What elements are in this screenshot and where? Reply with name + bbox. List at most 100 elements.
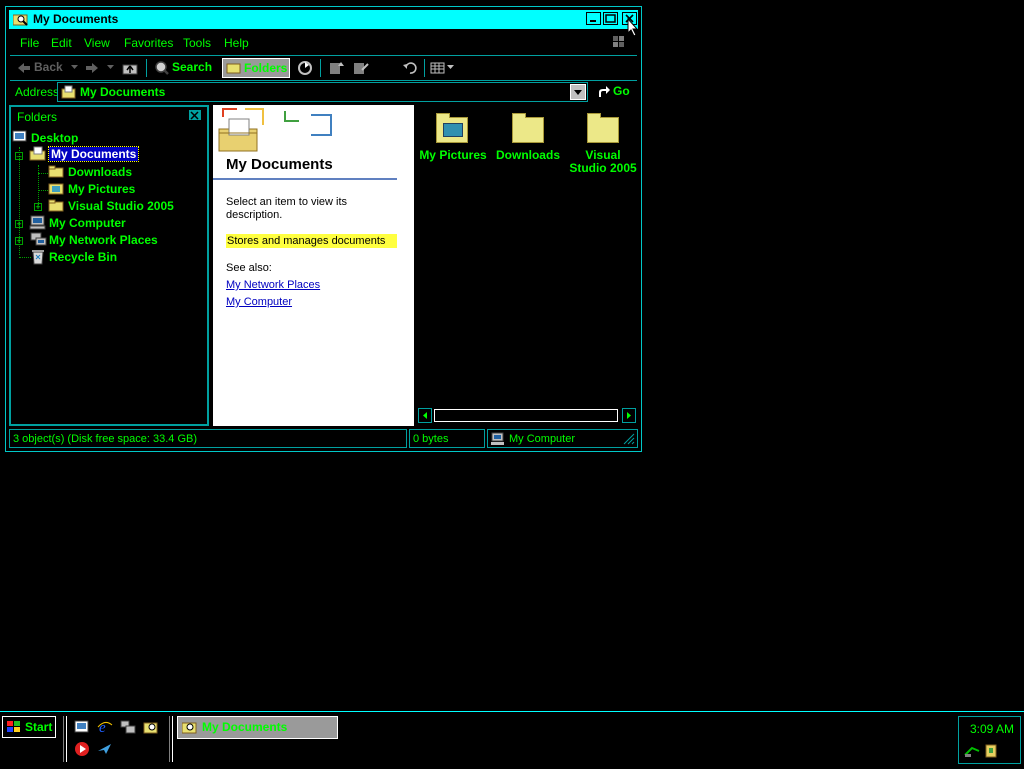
menu-edit[interactable]: Edit [51, 36, 72, 50]
tree-item-my-pictures[interactable]: My Pictures [68, 182, 135, 196]
file-label-my-pictures[interactable]: My Pictures [418, 149, 488, 162]
tree-expand-toggle[interactable]: + [15, 220, 23, 229]
menu-favorites[interactable]: Favorites [124, 36, 173, 50]
status-zone: My Computer [487, 429, 638, 448]
windows-logo-icon [613, 36, 624, 47]
taskbar-task-label: My Documents [202, 720, 288, 734]
link-my-computer[interactable]: My Computer [226, 296, 292, 308]
start-label: Start [25, 720, 53, 734]
file-item-downloads[interactable] [512, 113, 546, 143]
info-description: Select an item to view its description. [226, 196, 348, 221]
forward-dropdown-icon[interactable] [107, 65, 115, 71]
quicklaunch-divider [63, 716, 67, 762]
folders-pane-close-button[interactable] [188, 109, 202, 121]
tree-item-my-computer[interactable]: My Computer [49, 216, 126, 230]
move-to-icon[interactable] [328, 60, 346, 76]
desktop-icon [12, 130, 27, 142]
my-documents-icon [61, 85, 76, 99]
search-button[interactable]: Search [172, 60, 212, 74]
folders-button[interactable]: Folders [222, 58, 290, 78]
menu-tools[interactable]: Tools [183, 36, 211, 50]
file-list-pane: My Pictures Downloads Visual Studio 2005 [416, 105, 638, 426]
toolbar-divider [320, 59, 321, 77]
internet-explorer-icon[interactable]: e [97, 719, 113, 735]
tree-item-recycle-bin[interactable]: Recycle Bin [49, 250, 117, 264]
tree-item-desktop[interactable]: Desktop [31, 131, 78, 145]
go-button[interactable]: Go [613, 84, 630, 98]
menu-file[interactable]: File [20, 36, 39, 50]
tree-item-my-network-places[interactable]: My Network Places [49, 233, 158, 247]
go-arrow-icon [599, 86, 610, 97]
security-shield-icon[interactable] [983, 743, 999, 759]
my-documents-icon [29, 146, 46, 161]
file-item-visual-studio-2005[interactable] [587, 113, 621, 143]
undo-icon[interactable] [402, 61, 418, 75]
tree-item-visual-studio-2005[interactable]: Visual Studio 2005 [68, 199, 174, 213]
title-bar[interactable]: My Documents [9, 10, 638, 29]
chevron-right-icon [627, 412, 631, 419]
clock[interactable]: 3:09 AM [970, 722, 1014, 736]
maximize-button[interactable] [603, 12, 618, 25]
back-button[interactable]: Back [34, 60, 63, 74]
network-connections-icon[interactable] [120, 719, 136, 735]
horizontal-scrollbar[interactable] [418, 408, 638, 423]
menu-separator [10, 55, 637, 56]
up-folder-icon[interactable] [122, 61, 138, 75]
status-zone-label: My Computer [509, 433, 576, 445]
chevron-down-icon [574, 90, 582, 95]
toolbar-divider [146, 59, 147, 77]
recycle-bin-icon [32, 250, 44, 265]
tree-item-my-documents[interactable]: My Documents [47, 146, 140, 162]
forward-arrow-icon[interactable] [84, 61, 100, 75]
search-folder-icon[interactable] [143, 719, 159, 735]
file-item-my-pictures[interactable] [436, 113, 470, 143]
messenger-icon[interactable] [97, 741, 113, 757]
pictures-folder-icon [436, 113, 468, 143]
menu-bar: File Edit View Favorites Tools Help [6, 36, 641, 52]
show-desktop-icon[interactable] [74, 719, 90, 735]
folder-search-icon [13, 14, 28, 26]
tree-expand-toggle[interactable]: + [34, 203, 42, 212]
scroll-left-button[interactable] [418, 408, 432, 423]
media-player-icon[interactable] [74, 741, 90, 757]
info-title-underline [213, 178, 397, 180]
windows-logo-icon [7, 721, 20, 732]
address-dropdown-button[interactable] [570, 84, 586, 100]
start-button[interactable]: Start [2, 716, 56, 738]
tree-expand-toggle[interactable]: + [15, 237, 23, 246]
network-status-icon[interactable] [963, 743, 981, 759]
sync-icon[interactable] [297, 60, 313, 76]
minimize-icon [590, 20, 596, 22]
address-field[interactable]: My Documents [57, 82, 588, 102]
tree-collapse-toggle[interactable]: – [15, 152, 23, 161]
computer-icon [491, 432, 504, 445]
menu-view[interactable]: View [84, 36, 110, 50]
taskbar-task-my-documents[interactable]: My Documents [177, 716, 338, 739]
taskbar: Start e My Documents 3:09 AM [0, 711, 1024, 769]
scroll-thumb[interactable] [434, 409, 618, 422]
views-dropdown-icon[interactable] [447, 65, 455, 71]
maximize-icon [605, 14, 616, 23]
my-documents-banner-icon [218, 108, 332, 152]
file-label-visual-studio-2005[interactable]: Visual Studio 2005 [566, 149, 640, 175]
back-dropdown-icon[interactable] [71, 65, 79, 71]
info-pane-title: My Documents [226, 156, 333, 173]
folders-pane-header: Folders [11, 107, 207, 125]
minimize-button[interactable] [586, 12, 601, 25]
folders-pane-title: Folders [17, 110, 58, 124]
scroll-right-button[interactable] [622, 408, 636, 423]
folder-search-icon [182, 722, 197, 734]
address-value: My Documents [80, 85, 166, 99]
search-icon [155, 61, 169, 75]
see-also-label: See also: [226, 262, 272, 274]
info-highlight: Stores and manages documents [226, 234, 397, 248]
menu-help[interactable]: Help [224, 36, 249, 50]
tree-item-downloads[interactable]: Downloads [68, 165, 132, 179]
resize-grip-icon[interactable] [623, 433, 635, 445]
copy-to-icon[interactable] [352, 60, 370, 76]
status-objects: 3 object(s) (Disk free space: 33.4 GB) [9, 429, 407, 448]
link-my-network-places[interactable]: My Network Places [226, 279, 320, 291]
views-icon[interactable] [430, 61, 446, 75]
file-label-downloads[interactable]: Downloads [492, 149, 564, 162]
status-bar: 3 object(s) (Disk free space: 33.4 GB) 0… [9, 429, 638, 448]
